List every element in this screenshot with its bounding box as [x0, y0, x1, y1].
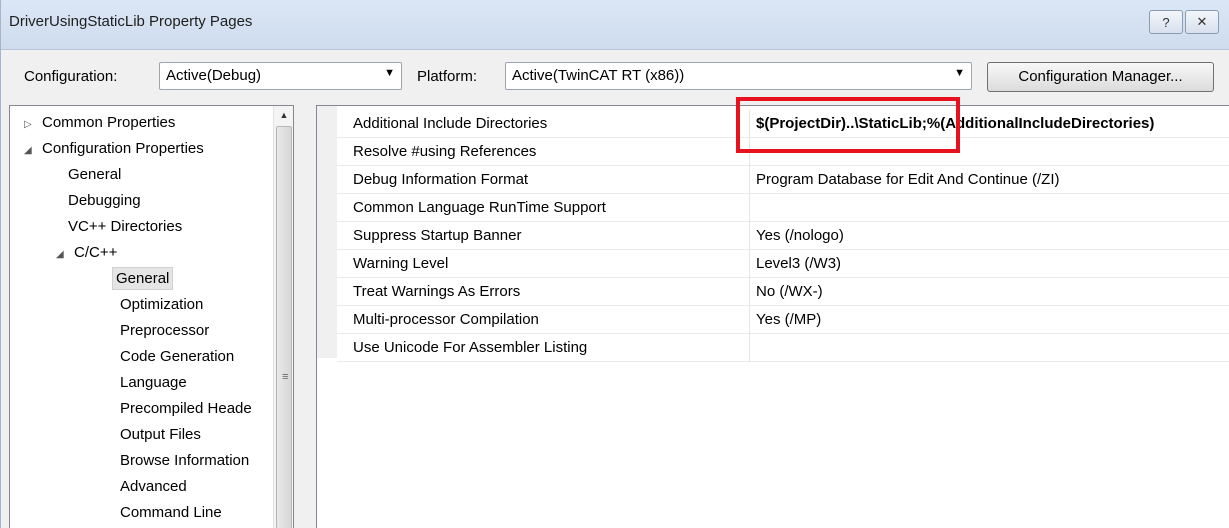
chevron-down-icon: ▼ [954, 67, 965, 79]
configuration-value: Active(Debug) [166, 67, 262, 84]
property-value[interactable] [749, 334, 756, 362]
property-row[interactable]: Additional Include Directories $(ProjectD… [337, 110, 1229, 138]
tree-item-label: Debugging [68, 192, 141, 209]
property-value[interactable] [749, 194, 756, 222]
close-icon: ✕ [1196, 14, 1208, 29]
tree-item[interactable]: Precompiled Heade [120, 396, 252, 422]
tree-item-label: Language [120, 374, 187, 391]
property-value[interactable]: No (/WX-) [749, 278, 823, 306]
property-row[interactable]: Use Unicode For Assembler Listing [337, 334, 1229, 362]
property-row[interactable]: Resolve #using References [337, 138, 1229, 166]
chevron-down-icon: ▼ [384, 67, 395, 79]
property-name: Common Language RunTime Support [353, 199, 606, 216]
property-name: Suppress Startup Banner [353, 227, 522, 244]
property-name: Treat Warnings As Errors [353, 283, 521, 300]
property-name: Warning Level [353, 255, 449, 272]
expand-arrow-icon[interactable]: ▷ [24, 112, 38, 138]
tree-item[interactable]: Language [120, 370, 187, 396]
property-name: Additional Include Directories [353, 115, 548, 132]
grip-icon: ≡ [282, 371, 289, 383]
property-pages-window: DriverUsingStaticLib Property Pages ? ✕ … [0, 0, 1229, 528]
collapse-arrow-icon[interactable]: ◢ [56, 242, 70, 268]
tree-item[interactable]: Browse Information [120, 448, 249, 474]
property-name: Debug Information Format [353, 171, 529, 188]
property-row[interactable]: Suppress Startup Banner Yes (/nologo) [337, 222, 1229, 250]
tree-item[interactable]: Command Line [120, 500, 222, 526]
tree-item-label: General [112, 267, 174, 290]
tree-item-label: Browse Information [120, 452, 250, 469]
property-name: Multi-processor Compilation [353, 311, 539, 328]
tree-item[interactable]: Optimization [120, 292, 203, 318]
property-row[interactable]: Common Language RunTime Support [337, 194, 1229, 222]
tree-item[interactable]: Preprocessor [120, 318, 209, 344]
property-tree: ▷ Common Properties ◢ Configuration Propert… [9, 105, 294, 528]
configuration-manager-button[interactable]: Configuration Manager... [987, 62, 1214, 92]
scroll-up-icon[interactable]: ▲ [274, 106, 293, 124]
scroll-thumb[interactable]: ≡ [276, 126, 292, 528]
tree-item[interactable]: ▷ Common Properties [24, 110, 175, 136]
property-row[interactable]: Treat Warnings As Errors No (/WX-) [337, 278, 1229, 306]
platform-value: Active(TwinCAT RT (x86)) [512, 67, 685, 84]
tree-item-label: Optimization [120, 296, 204, 313]
tree-item-label: Configuration Properties [42, 140, 204, 157]
grid-gutter [317, 106, 337, 358]
configuration-dropdown[interactable]: Active(Debug) ▼ [159, 62, 402, 90]
tree-item[interactable]: ◢ Configuration Properties [24, 136, 204, 162]
tree-item[interactable]: General [112, 266, 174, 292]
configuration-bar: Configuration: Active(Debug) ▼ Platform:… [1, 50, 1229, 105]
tree-item[interactable]: Output Files [120, 422, 201, 448]
title-bar: DriverUsingStaticLib Property Pages ? ✕ [1, 0, 1229, 50]
property-value[interactable]: Yes (/MP) [749, 306, 821, 334]
property-value[interactable]: Program Database for Edit And Continue (… [749, 166, 1059, 194]
tree-item[interactable]: ◢ C/C++ [56, 240, 117, 266]
platform-label: Platform: [417, 68, 478, 85]
property-value[interactable]: Yes (/nologo) [749, 222, 844, 250]
property-row[interactable]: Warning Level Level3 (/W3) [337, 250, 1229, 278]
property-grid: Additional Include Directories $(ProjectD… [316, 105, 1229, 528]
tree-item[interactable]: Debugging [68, 188, 141, 214]
tree-item[interactable]: General [68, 162, 121, 188]
tree-item[interactable]: Advanced [120, 474, 187, 500]
tree-item[interactable]: VC++ Directories [68, 214, 182, 240]
tree-item-label: Advanced [120, 478, 187, 495]
tree-item-label: General [68, 166, 122, 183]
tree-item-label: Command Line [120, 504, 222, 521]
close-button[interactable]: ✕ [1185, 10, 1219, 34]
tree-item-label: VC++ Directories [68, 218, 183, 235]
property-value[interactable]: Level3 (/W3) [749, 250, 841, 278]
platform-dropdown[interactable]: Active(TwinCAT RT (x86)) ▼ [505, 62, 972, 90]
tree-item-label: C/C++ [74, 244, 118, 261]
tree-item-label: Precompiled Heade [120, 400, 252, 417]
property-row[interactable]: Multi-processor Compilation Yes (/MP) [337, 306, 1229, 334]
window-title: DriverUsingStaticLib Property Pages [9, 13, 253, 30]
collapse-arrow-icon[interactable]: ◢ [24, 138, 38, 164]
configuration-label: Configuration: [24, 68, 118, 85]
tree-scrollbar[interactable]: ▲ ≡ [273, 106, 293, 528]
property-value[interactable] [749, 138, 756, 166]
tree-item-label: Code Generation [120, 348, 235, 365]
property-name: Use Unicode For Assembler Listing [353, 339, 588, 356]
property-name: Resolve #using References [353, 143, 537, 160]
tree-item[interactable]: Code Generation [120, 344, 234, 370]
tree-item-label: Common Properties [42, 114, 176, 131]
tree-item-label: Preprocessor [120, 322, 210, 339]
help-button[interactable]: ? [1149, 10, 1183, 34]
property-value[interactable]: $(ProjectDir)..\StaticLib;%(AdditionalIn… [749, 110, 1154, 138]
property-row[interactable]: Debug Information Format Program Database… [337, 166, 1229, 194]
help-icon: ? [1162, 14, 1170, 30]
tree-item-label: Output Files [120, 426, 201, 443]
